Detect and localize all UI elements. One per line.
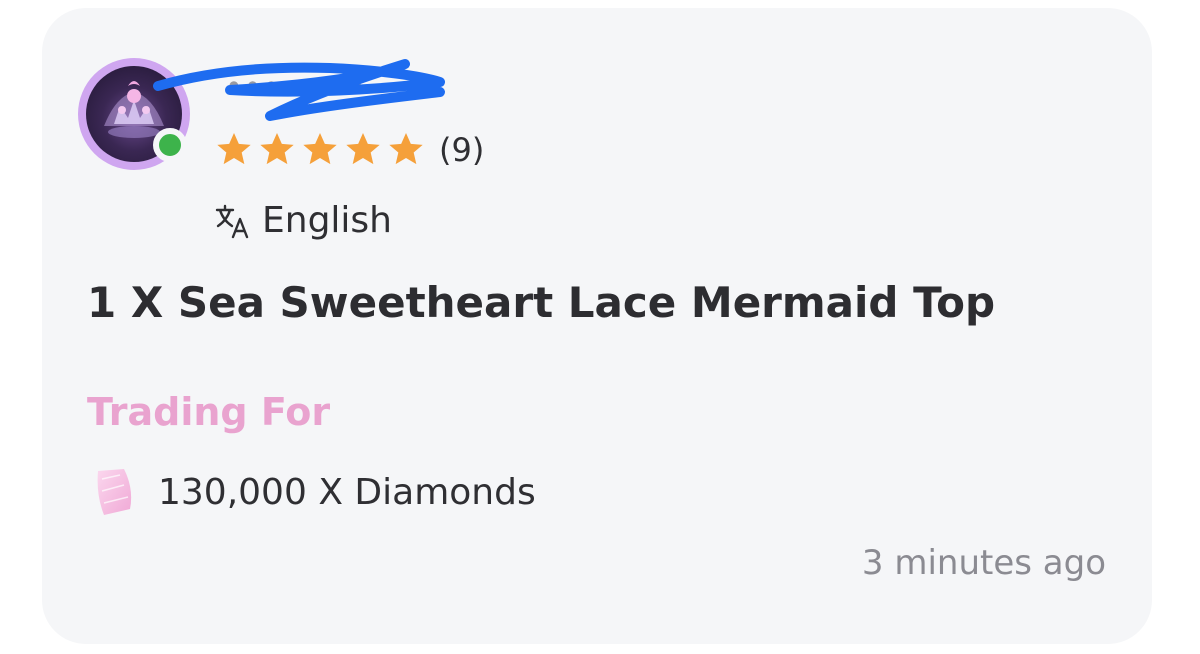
translate-icon (215, 204, 249, 238)
seller-rating: (9) (214, 130, 484, 170)
price-row: 130,000 X Diamonds (90, 465, 536, 519)
diamond-icon (97, 469, 132, 515)
star-icon (389, 133, 423, 165)
price-label: 130,000 X Diamonds (158, 471, 536, 513)
language-indicator: English (214, 200, 392, 241)
language-label: English (262, 200, 392, 241)
rating-count: (9) (439, 131, 485, 169)
listing-title: 1 X Sea Sweetheart Lace Mermaid Top (87, 278, 996, 327)
star-icon (260, 133, 294, 165)
star-icon (217, 133, 251, 165)
star-icon (346, 133, 380, 165)
star-icon (303, 133, 337, 165)
trading-for-label: Trading For (87, 390, 331, 434)
listing-timestamp: 3 minutes ago (861, 543, 1106, 583)
